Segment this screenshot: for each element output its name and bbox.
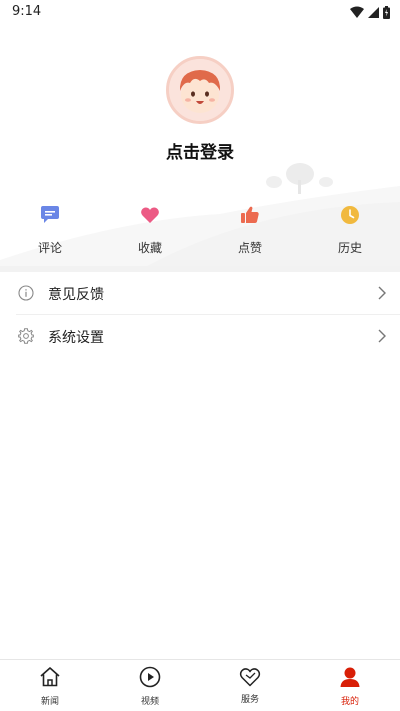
quick-action-comment[interactable]: 评论 <box>10 203 90 259</box>
quick-action-label: 收藏 <box>137 241 162 255</box>
nav-label: 新闻 <box>40 697 59 707</box>
wifi-icon <box>350 6 364 18</box>
info-icon <box>18 285 34 301</box>
play-icon <box>139 666 161 688</box>
nav-tab-news[interactable]: 新闻 <box>0 660 100 711</box>
quick-action-history[interactable]: 历史 <box>310 203 390 259</box>
quick-action-label: 点赞 <box>237 241 262 255</box>
quick-action-label: 历史 <box>337 241 362 255</box>
quick-action-like[interactable]: 点赞 <box>210 203 290 259</box>
quick-actions: 评论 收藏 点赞 历史 <box>0 203 400 259</box>
user-icon <box>340 667 360 687</box>
gear-icon <box>18 328 34 344</box>
nav-tab-mine[interactable]: 我的 <box>300 660 400 711</box>
heart-outline-icon <box>239 668 261 687</box>
nav-label: 服务 <box>240 695 259 705</box>
clock-icon <box>341 206 359 224</box>
avatar-face-icon <box>169 59 231 121</box>
avatar[interactable] <box>166 56 234 124</box>
chevron-right-icon <box>378 286 386 300</box>
thumbs-up-icon <box>241 206 259 223</box>
status-icons <box>350 5 390 19</box>
nav-label: 视频 <box>140 697 159 707</box>
menu-item-label: 意见反馈 <box>48 287 104 303</box>
profile-screen: 9:14 点击登录 评论 收藏 点赞 历史 意见反馈 系统设置 新闻 视频 服务… <box>0 0 400 711</box>
status-bar: 9:14 <box>0 0 400 24</box>
menu-item-feedback[interactable]: 意见反馈 <box>0 272 400 314</box>
status-time: 9:14 <box>12 4 42 19</box>
comment-icon <box>41 206 59 223</box>
quick-action-label: 评论 <box>37 241 62 255</box>
nav-label: 我的 <box>340 697 359 707</box>
bottom-nav: 新闻 视频 服务 我的 <box>0 659 400 711</box>
signal-icon <box>368 6 379 18</box>
nav-tab-video[interactable]: 视频 <box>100 660 200 711</box>
nav-tab-service[interactable]: 服务 <box>200 660 300 711</box>
heart-icon <box>141 207 159 223</box>
menu-item-settings[interactable]: 系统设置 <box>0 315 400 357</box>
chevron-right-icon <box>378 329 386 343</box>
quick-action-favorite[interactable]: 收藏 <box>110 203 190 259</box>
home-icon <box>40 667 60 687</box>
menu-item-label: 系统设置 <box>48 330 104 346</box>
battery-icon <box>383 5 390 19</box>
